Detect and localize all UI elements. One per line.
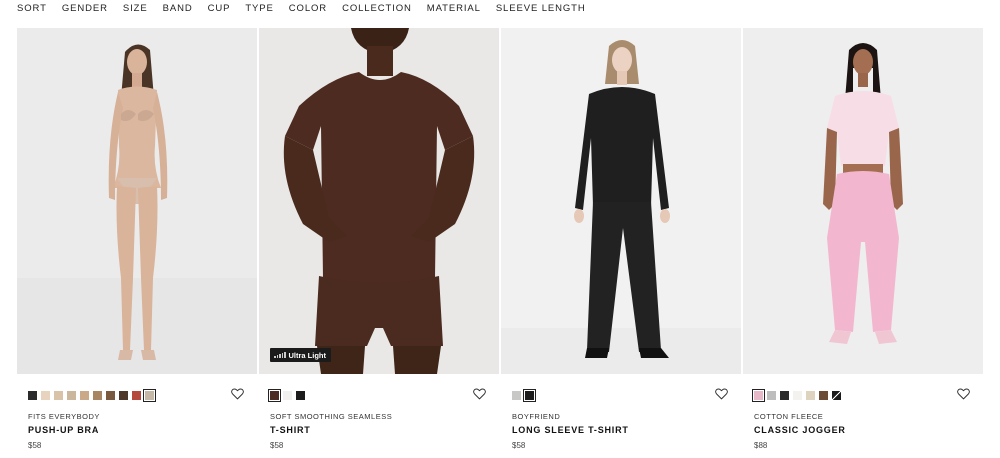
color-swatch[interactable] bbox=[283, 391, 292, 400]
filter-type[interactable]: TYPE bbox=[245, 3, 273, 15]
product-collection: SOFT SMOOTHING SEAMLESS bbox=[270, 412, 393, 421]
color-swatch[interactable] bbox=[806, 391, 815, 400]
model-photo-t-shirt bbox=[259, 28, 499, 374]
product-collection: COTTON FLEECE bbox=[754, 412, 824, 421]
color-swatch[interactable] bbox=[268, 389, 281, 402]
color-swatch[interactable] bbox=[819, 391, 828, 400]
product-image[interactable] bbox=[501, 28, 741, 374]
heart-icon[interactable] bbox=[957, 388, 970, 400]
model-photo-classic-jogger bbox=[743, 28, 983, 374]
color-swatches bbox=[752, 389, 841, 402]
color-swatch[interactable] bbox=[832, 391, 841, 400]
product-price: $58 bbox=[270, 441, 284, 450]
product-card: Ultra Light SOFT SMOOTHING SEAMLESS T-SH… bbox=[259, 28, 499, 458]
product-name[interactable]: CLASSIC JOGGER bbox=[754, 425, 846, 435]
product-card: FITS EVERYBODY PUSH-UP BRA $58 bbox=[17, 28, 257, 458]
color-swatch[interactable] bbox=[296, 391, 305, 400]
filter-gender[interactable]: GENDER bbox=[62, 3, 108, 15]
signal-bars-icon bbox=[274, 352, 286, 358]
color-swatches bbox=[512, 389, 536, 402]
product-collection: BOYFRIEND bbox=[512, 412, 561, 421]
filter-cup[interactable]: CUP bbox=[208, 3, 231, 15]
heart-icon[interactable] bbox=[231, 388, 244, 400]
color-swatches bbox=[28, 389, 156, 402]
product-name[interactable]: PUSH-UP BRA bbox=[28, 425, 99, 435]
filter-color[interactable]: COLOR bbox=[289, 3, 327, 15]
product-name[interactable]: T-SHIRT bbox=[270, 425, 311, 435]
filter-band[interactable]: BAND bbox=[163, 3, 193, 15]
color-swatch[interactable] bbox=[793, 391, 802, 400]
ultra-light-badge: Ultra Light bbox=[270, 348, 331, 362]
color-swatch[interactable] bbox=[80, 391, 89, 400]
product-grid: FITS EVERYBODY PUSH-UP BRA $58 Ultra Lig… bbox=[17, 28, 984, 458]
filter-bar: SORT GENDER SIZE BAND CUP TYPE COLOR COL… bbox=[17, 3, 601, 15]
color-swatch[interactable] bbox=[67, 391, 76, 400]
color-swatch[interactable] bbox=[780, 391, 789, 400]
model-photo-long-sleeve-t-shirt bbox=[501, 28, 741, 374]
product-name[interactable]: LONG SLEEVE T-SHIRT bbox=[512, 425, 629, 435]
product-card: COTTON FLEECE CLASSIC JOGGER $88 bbox=[743, 28, 983, 458]
model-photo-push-up-bra bbox=[17, 28, 257, 374]
product-card: BOYFRIEND LONG SLEEVE T-SHIRT $58 bbox=[501, 28, 741, 458]
color-swatch[interactable] bbox=[767, 391, 776, 400]
heart-icon[interactable] bbox=[715, 388, 728, 400]
filter-sort[interactable]: SORT bbox=[17, 3, 47, 15]
product-collection: FITS EVERYBODY bbox=[28, 412, 100, 421]
product-image[interactable] bbox=[17, 28, 257, 374]
filter-sleeve-length[interactable]: SLEEVE LENGTH bbox=[496, 3, 586, 15]
color-swatch[interactable] bbox=[106, 391, 115, 400]
color-swatch[interactable] bbox=[54, 391, 63, 400]
filter-material[interactable]: MATERIAL bbox=[427, 3, 481, 15]
filter-collection[interactable]: COLLECTION bbox=[342, 3, 412, 15]
color-swatch[interactable] bbox=[143, 389, 156, 402]
color-swatch[interactable] bbox=[132, 391, 141, 400]
filter-size[interactable]: SIZE bbox=[123, 3, 148, 15]
product-price: $58 bbox=[28, 441, 42, 450]
badge-label: Ultra Light bbox=[288, 350, 327, 360]
color-swatches bbox=[268, 389, 305, 402]
color-swatch[interactable] bbox=[752, 389, 765, 402]
color-swatch[interactable] bbox=[28, 391, 37, 400]
product-image[interactable] bbox=[743, 28, 983, 374]
product-image[interactable]: Ultra Light bbox=[259, 28, 499, 374]
heart-icon[interactable] bbox=[473, 388, 486, 400]
color-swatch[interactable] bbox=[512, 391, 521, 400]
color-swatch[interactable] bbox=[523, 389, 536, 402]
product-price: $88 bbox=[754, 441, 768, 450]
color-swatch[interactable] bbox=[119, 391, 128, 400]
color-swatch[interactable] bbox=[41, 391, 50, 400]
product-price: $58 bbox=[512, 441, 526, 450]
color-swatch[interactable] bbox=[93, 391, 102, 400]
